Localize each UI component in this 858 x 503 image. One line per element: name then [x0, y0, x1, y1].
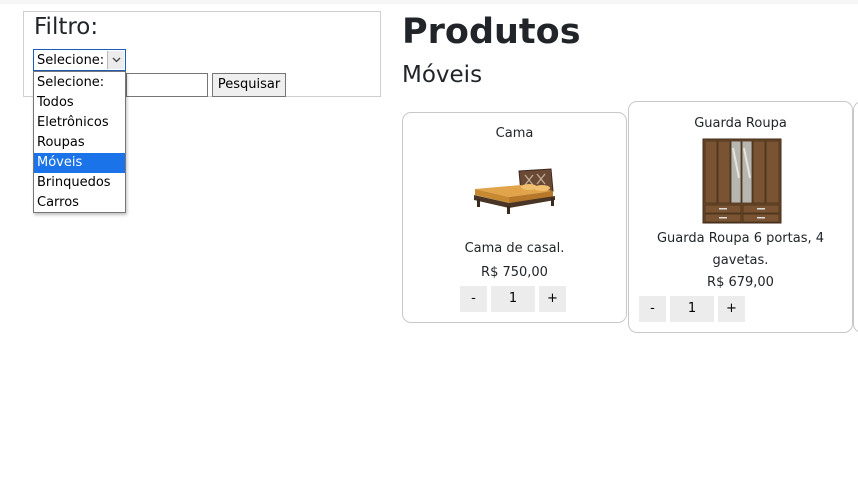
top-strip	[0, 0, 858, 4]
dropdown-option-roupas[interactable]: Roupas	[34, 133, 125, 153]
chevron-down-icon[interactable]	[107, 51, 124, 69]
quantity-value[interactable]: 1	[670, 296, 714, 322]
quantity-stepper: - 1 +	[460, 286, 566, 312]
quantity-stepper: - 1 +	[639, 296, 745, 322]
category-select-value: Selecione:	[37, 53, 105, 68]
search-button[interactable]: Pesquisar	[212, 73, 286, 97]
dropdown-option-carros[interactable]: Carros	[34, 193, 125, 213]
product-price: R$ 679,00	[707, 275, 774, 290]
decrease-button[interactable]: -	[460, 286, 487, 312]
product-card: Guarda Roupa Guarda Roupa 6 portas, 4 ga…	[628, 101, 853, 333]
product-price: R$ 750,00	[481, 265, 548, 280]
search-input[interactable]	[126, 73, 208, 97]
product-description: Guarda Roupa 6 portas, 4 gavetas.	[656, 231, 825, 268]
wardrobe-image	[702, 138, 782, 228]
bed-image	[471, 165, 557, 219]
product-card-partial	[853, 101, 858, 333]
filter-title: Filtro:	[34, 14, 99, 40]
dropdown-option-eletronicos[interactable]: Eletrônicos	[34, 113, 125, 133]
category-dropdown-list: Selecione: Todos Eletrônicos Roupas Móve…	[33, 71, 126, 213]
decrease-button[interactable]: -	[639, 296, 666, 322]
dropdown-option-selecione[interactable]: Selecione:	[34, 73, 125, 93]
dropdown-option-moveis[interactable]: Móveis	[34, 153, 125, 173]
category-title: Móveis	[402, 62, 483, 88]
product-description: Cama de casal.	[464, 241, 565, 256]
page-title: Produtos	[402, 12, 581, 52]
product-name: Cama	[495, 126, 534, 141]
dropdown-option-todos[interactable]: Todos	[34, 93, 125, 113]
increase-button[interactable]: +	[539, 286, 566, 312]
increase-button[interactable]: +	[718, 296, 745, 322]
dropdown-option-brinquedos[interactable]: Brinquedos	[34, 173, 125, 193]
category-select[interactable]: Selecione:	[33, 49, 126, 71]
product-name: Guarda Roupa	[694, 116, 787, 131]
product-card: Cama Cama de casal. R$ 750,00 - 1 +	[402, 112, 627, 323]
quantity-value[interactable]: 1	[491, 286, 535, 312]
